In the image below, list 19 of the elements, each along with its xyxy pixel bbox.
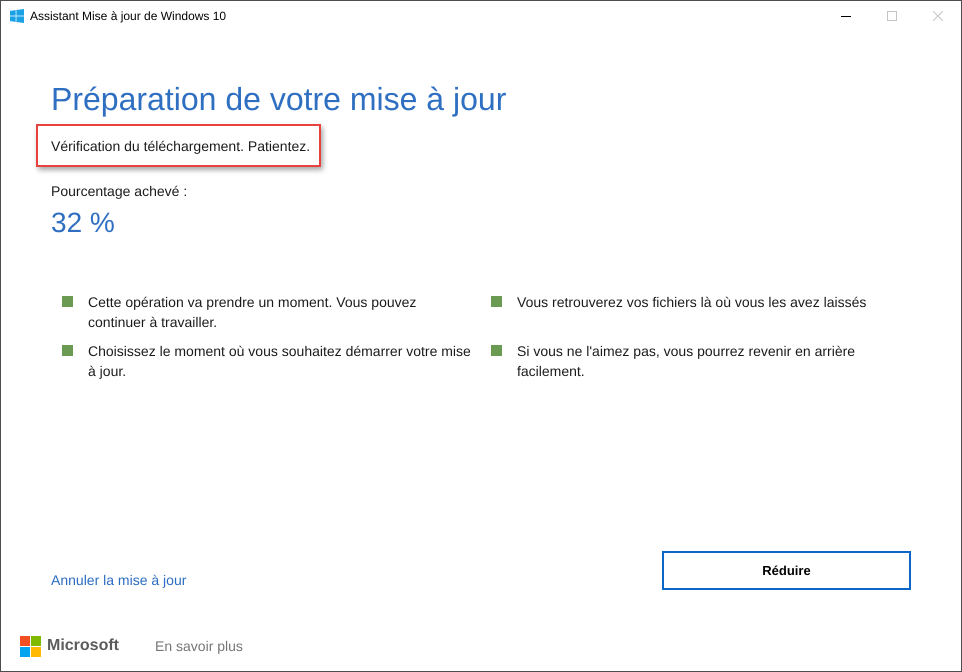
square-bullet-icon [491, 296, 502, 307]
four-pane-logo-icon [10, 9, 24, 23]
note-text: Vous retrouverez vos fichiers là où vous les avez laissés [517, 293, 868, 312]
brand-name: Microsoft [47, 637, 119, 655]
square-bullet-icon [62, 296, 73, 307]
cancel-update-link[interactable]: Annuler la mise à jour [51, 571, 186, 589]
square-bullet-icon [62, 345, 73, 356]
page-heading: Préparation de votre mise à jour [51, 80, 506, 118]
progress-percent: 32 % [51, 206, 115, 240]
note-text: Cette opération va prendre un moment. Vous pouvez continuer à travailler. [88, 293, 418, 332]
window-title: Assistant Mise à jour de Windows 10 [30, 9, 228, 23]
status-text: Vérification du téléchargement. Patientez. [51, 138, 310, 154]
learn-more-link[interactable]: En savoir plus [155, 638, 243, 654]
note-text: Choisissez le moment où vous souhaitez démarrer votre mise à jour. [88, 342, 472, 381]
progress-label: Pourcentage achevé : [51, 182, 188, 200]
note-text: Si vous ne l'aimez pas, vous pourrez revenir en arrière facilement. [517, 342, 856, 381]
square-bullet-icon [491, 345, 502, 356]
four-square-logo-icon [20, 636, 41, 656]
reduce-button[interactable]: Réduire [662, 551, 911, 590]
